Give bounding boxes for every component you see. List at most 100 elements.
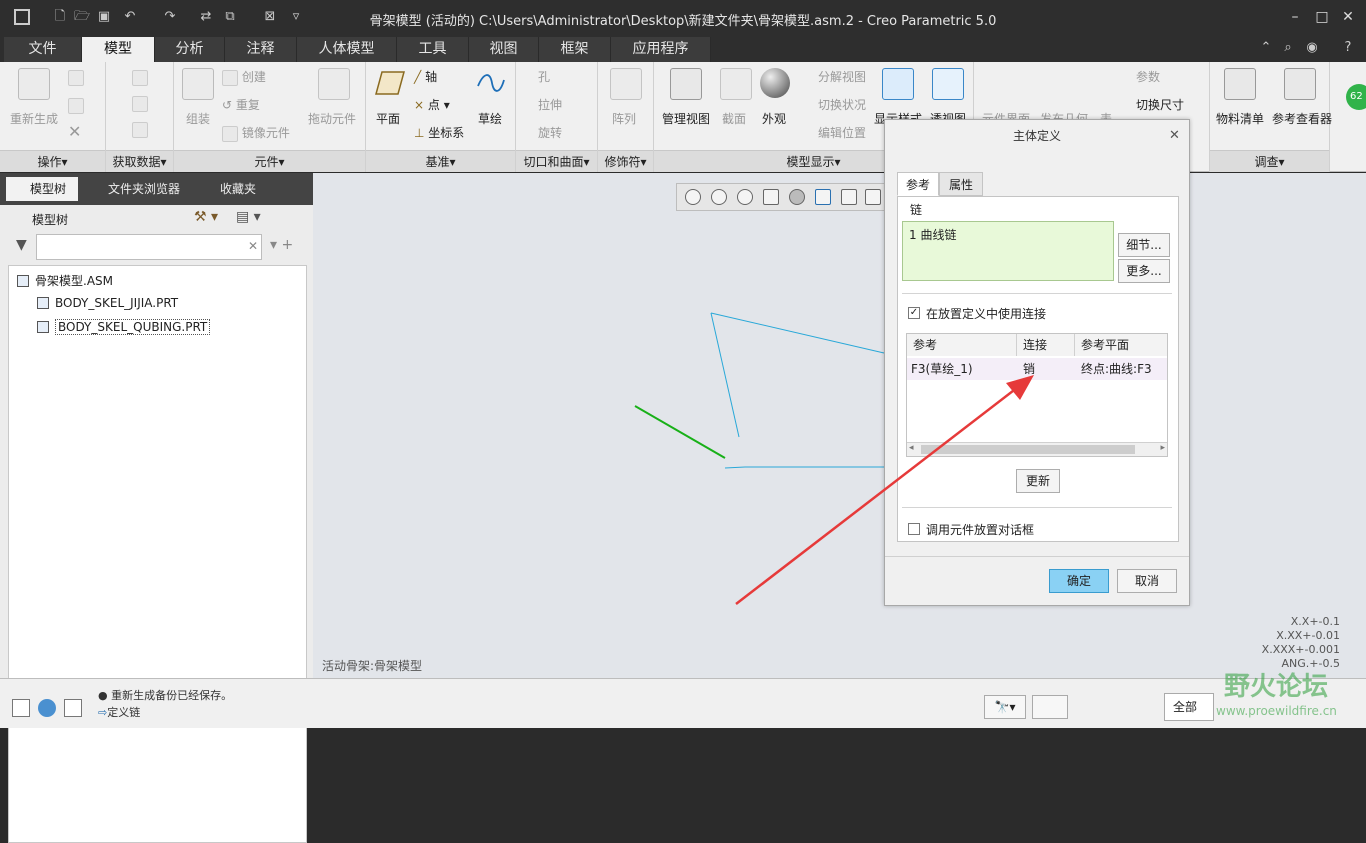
- tab-model[interactable]: 模型: [82, 37, 155, 62]
- datum-label[interactable]: 基准▾: [366, 150, 515, 172]
- revolve-button[interactable]: 旋转: [538, 124, 562, 141]
- sketch-icon[interactable]: [476, 70, 506, 96]
- tree-columns-icon[interactable]: ▤ ▾: [236, 209, 261, 225]
- drag-icon[interactable]: [318, 68, 350, 100]
- use-connection-checkbox[interactable]: ✓: [908, 307, 920, 319]
- use-placement-dialog-checkbox[interactable]: [908, 523, 920, 535]
- appearance-button[interactable]: 外观: [762, 110, 786, 127]
- status-toggle-icon[interactable]: [12, 699, 30, 717]
- axis-button[interactable]: ╱ 轴: [414, 68, 437, 85]
- investigate-label[interactable]: 调查▾: [1210, 150, 1329, 172]
- repeat-button[interactable]: ↺ 重复: [222, 96, 260, 113]
- help-icon[interactable]: ?: [1340, 40, 1356, 56]
- cell-plane[interactable]: 终点:曲线:F3: [1075, 358, 1152, 380]
- filter-icon[interactable]: ▼: [16, 237, 27, 253]
- drag-button[interactable]: 拖动元件: [308, 110, 356, 127]
- cut-surface-label[interactable]: 切口和曲面▾: [516, 150, 597, 172]
- section-button[interactable]: 截面: [722, 110, 746, 127]
- data-icon-1[interactable]: [132, 70, 148, 86]
- notification-badge[interactable]: 62: [1346, 84, 1366, 110]
- hole-button[interactable]: 孔: [538, 68, 550, 85]
- mirror-button[interactable]: 镜像元件: [222, 124, 290, 142]
- curve-chain[interactable]: [724, 466, 884, 469]
- tab-annotate[interactable]: 注释: [225, 37, 297, 62]
- tree-item-part[interactable]: BODY_SKEL_QUBING.PRT: [37, 319, 211, 335]
- scroll-right-icon[interactable]: ▸: [1160, 443, 1165, 453]
- scroll-thumb[interactable]: [921, 445, 1135, 454]
- extrude-button[interactable]: 拉伸: [538, 96, 562, 113]
- section-icon[interactable]: [720, 68, 752, 100]
- cancel-button[interactable]: 取消: [1117, 569, 1177, 593]
- curve-chain[interactable]: [710, 312, 740, 438]
- delete-icon[interactable]: ✕: [68, 122, 81, 141]
- tab-properties[interactable]: 属性: [939, 172, 983, 196]
- minimize-button[interactable]: –: [1286, 8, 1304, 26]
- details-button[interactable]: 细节...: [1118, 233, 1170, 257]
- tab-view[interactable]: 视图: [469, 37, 539, 62]
- modifier-label[interactable]: 修饰符▾: [598, 150, 653, 172]
- curve-chain[interactable]: [710, 312, 885, 354]
- col-reference[interactable]: 参考: [907, 334, 1017, 356]
- switch-dims-button[interactable]: 切换尺寸: [1136, 96, 1184, 113]
- params-button[interactable]: 参数: [1136, 68, 1160, 85]
- regenerate-button[interactable]: 重新生成: [10, 110, 58, 127]
- ref-viewer-icon[interactable]: [1284, 68, 1316, 100]
- tree-settings-icon[interactable]: ⚒ ▾: [194, 209, 218, 225]
- assemble-button[interactable]: 组装: [186, 110, 210, 127]
- get-data-label[interactable]: 获取数据▾: [106, 150, 173, 172]
- bom-button[interactable]: 物料清单: [1216, 110, 1264, 127]
- plane-icon[interactable]: [374, 70, 406, 96]
- pattern-icon[interactable]: [610, 68, 642, 100]
- axis-line[interactable]: [634, 405, 726, 459]
- operations-label[interactable]: 操作▾: [0, 150, 105, 172]
- table-hscrollbar[interactable]: ◂ ▸: [907, 442, 1167, 456]
- fullscreen-icon[interactable]: [64, 699, 82, 717]
- graphics-viewport[interactable]: 活动骨架:骨架模型: [313, 173, 1366, 678]
- col-connection[interactable]: 连接: [1017, 334, 1075, 356]
- create-button[interactable]: 创建: [222, 68, 266, 86]
- component-label[interactable]: 元件▾: [174, 150, 365, 172]
- tree-item-root[interactable]: 骨架模型.ASM: [17, 272, 113, 289]
- find-icon[interactable]: 🔭▾: [984, 695, 1026, 719]
- update-button[interactable]: 更新: [1016, 469, 1060, 493]
- ok-button[interactable]: 确定: [1049, 569, 1109, 593]
- tab-model-tree[interactable]: 模型树: [6, 177, 78, 201]
- appearance-icon[interactable]: [760, 68, 790, 98]
- tab-analysis[interactable]: 分析: [155, 37, 225, 62]
- more-button[interactable]: 更多...: [1118, 259, 1170, 283]
- search-icon[interactable]: ⌕: [1280, 40, 1296, 56]
- maximize-button[interactable]: □: [1313, 8, 1331, 26]
- bom-icon[interactable]: [1224, 68, 1256, 100]
- tab-tools[interactable]: 工具: [397, 37, 469, 62]
- close-button[interactable]: ✕: [1339, 8, 1357, 26]
- manage-views-button[interactable]: 管理视图: [662, 110, 710, 127]
- tab-folder-browser[interactable]: 文件夹浏览器: [84, 177, 190, 201]
- exploded-button[interactable]: 分解视图: [818, 68, 866, 85]
- regenerate-icon[interactable]: [18, 68, 50, 100]
- col-ref-plane[interactable]: 参考平面: [1075, 334, 1167, 356]
- assemble-icon[interactable]: [182, 68, 214, 100]
- chain-item[interactable]: 1 曲线链: [909, 226, 956, 243]
- chain-collector[interactable]: 1 曲线链: [902, 221, 1114, 281]
- cell-ref[interactable]: F3(草绘_1): [907, 358, 973, 380]
- ptc-icon[interactable]: ◉: [1304, 40, 1320, 56]
- perspective-icon[interactable]: [932, 68, 964, 100]
- scroll-left-icon[interactable]: ◂: [909, 443, 914, 453]
- dialog-close-icon[interactable]: ✕: [1169, 128, 1180, 143]
- pattern-button[interactable]: 阵列: [612, 110, 636, 127]
- add-filter-icon[interactable]: ▾ +: [270, 237, 293, 253]
- browser-icon[interactable]: [38, 699, 56, 717]
- collapse-ribbon-icon[interactable]: ⌃: [1258, 40, 1274, 56]
- manage-views-icon[interactable]: [670, 68, 702, 100]
- data-icon-3[interactable]: [132, 122, 148, 138]
- toggle-state-button[interactable]: 切换状况: [818, 96, 866, 113]
- point-button[interactable]: × 点 ▾: [414, 96, 450, 113]
- tab-applications[interactable]: 应用程序: [611, 37, 711, 62]
- sketch-button[interactable]: 草绘: [478, 110, 502, 127]
- ref-viewer-button[interactable]: 参考查看器: [1272, 110, 1332, 127]
- edit-position-button[interactable]: 编辑位置: [818, 124, 866, 141]
- clear-search-icon[interactable]: ✕: [248, 239, 258, 253]
- tab-human-model[interactable]: 人体模型: [297, 37, 397, 62]
- tab-file[interactable]: 文件: [4, 37, 82, 62]
- copy-icon[interactable]: [68, 70, 84, 86]
